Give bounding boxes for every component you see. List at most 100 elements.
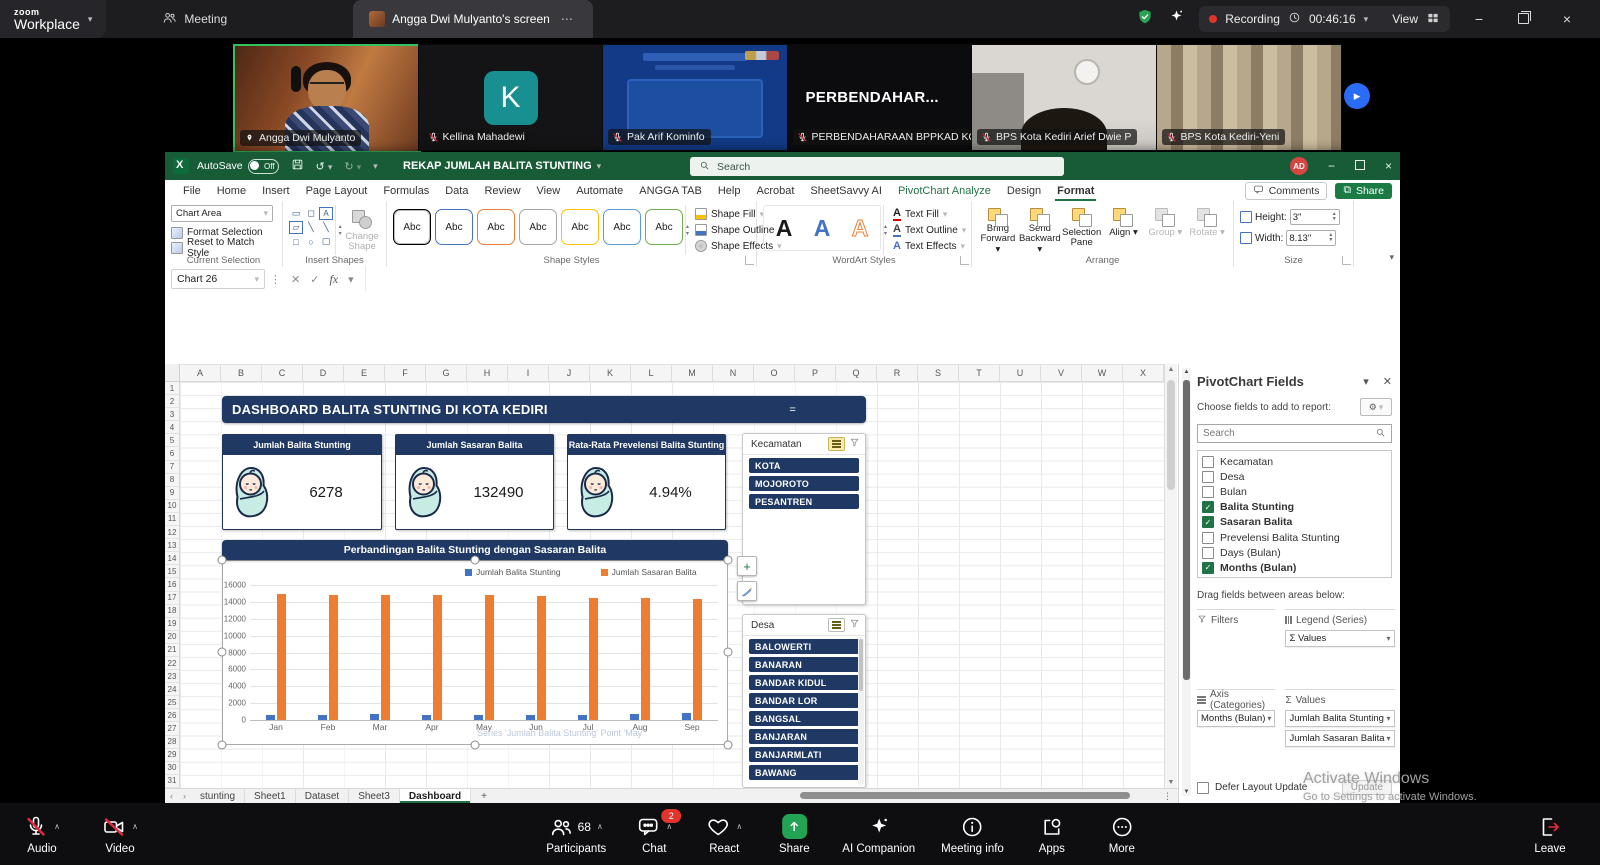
slicer-item-bawang[interactable]: BAWANG bbox=[749, 765, 859, 780]
row-header-29[interactable]: 29 bbox=[165, 749, 179, 762]
document-title[interactable]: REKAP JUMLAH BALITA STUNTING ▾ bbox=[403, 152, 601, 180]
scroll-thumb[interactable] bbox=[1183, 380, 1190, 680]
area-axis[interactable]: Axis (Categories) Months (Bulan) ▾ bbox=[1197, 689, 1276, 761]
sheet-nav-left-icon[interactable]: ‹ bbox=[165, 791, 178, 801]
sheet-tab-options-icon[interactable]: ⋮ bbox=[1163, 791, 1178, 802]
shape-style-sample-1[interactable]: Abc bbox=[393, 209, 431, 245]
participant-tile[interactable]: BPS Kota Kediri Arief Dwie P bbox=[971, 44, 1157, 151]
row-header-15[interactable]: 15 bbox=[165, 565, 179, 579]
column-header-W[interactable]: W bbox=[1082, 365, 1123, 381]
chart-element-selector[interactable]: Chart Area ▾ bbox=[171, 205, 273, 222]
bar-jumlah-balita-stunting[interactable] bbox=[318, 714, 327, 720]
tools-gear-button[interactable]: ⚙ ▾ bbox=[1360, 398, 1392, 416]
text-effects-button[interactable]: A Text Effects ▾ bbox=[893, 239, 966, 253]
menu-tab-home[interactable]: Home bbox=[209, 180, 254, 201]
chevron-up-icon[interactable]: ∧ bbox=[597, 822, 603, 831]
kpi-card-3[interactable]: Rata-Rata Prevelensi Balita Stunting 4.94… bbox=[567, 434, 726, 530]
bar-jumlah-balita-stunting[interactable] bbox=[630, 714, 639, 720]
tab-shared-screen[interactable]: Angga Dwi Mulyanto's screen ⋯ bbox=[353, 0, 593, 38]
formula-input[interactable] bbox=[364, 267, 1400, 291]
restore-button[interactable] bbox=[1508, 11, 1538, 27]
field-chip-jumlah-balita-stunting[interactable]: Jumlah Balita Stunting ▾ bbox=[1285, 710, 1395, 727]
slicer-desa[interactable]: Desa BALOWERTI BANARAN BANDAR KIDUL BANDAR … bbox=[742, 614, 866, 788]
field-chip--values[interactable]: Σ Values ▾ bbox=[1285, 630, 1395, 647]
excel-close-button[interactable]: × bbox=[1385, 159, 1392, 173]
column-header-K[interactable]: K bbox=[590, 365, 631, 381]
row-header-5[interactable]: 5 bbox=[165, 434, 179, 448]
width-stepper[interactable]: Width: 8.13" ▲ ▼ bbox=[1240, 229, 1347, 247]
column-header-D[interactable]: D bbox=[303, 365, 344, 381]
menu-tab-formulas[interactable]: Formulas bbox=[375, 180, 437, 201]
wordart-dialog-launcher[interactable] bbox=[960, 256, 969, 265]
participant-tile[interactable]: K Kellina Mahadewi bbox=[417, 44, 604, 151]
row-header-25[interactable]: 25 bbox=[165, 696, 179, 710]
menu-tab-format[interactable]: Format bbox=[1049, 180, 1102, 201]
zoom-workplace-menu[interactable]: zoom Workplace ▾ bbox=[0, 0, 107, 38]
panel-close-icon[interactable]: ✕ bbox=[1383, 375, 1392, 388]
chart-perbandingan[interactable]: Perbandingan Balita Stunting dengan Sasa… bbox=[217, 540, 733, 750]
chevron-up-icon[interactable]: ∧ bbox=[666, 822, 672, 831]
shape-style-sample-6[interactable]: Abc bbox=[603, 209, 641, 245]
column-header-C[interactable]: C bbox=[262, 365, 303, 381]
column-header-O[interactable]: O bbox=[754, 365, 795, 381]
field-checkbox[interactable] bbox=[1202, 455, 1214, 468]
menu-tab-design[interactable]: Design bbox=[999, 180, 1049, 201]
slicer-item-banaran[interactable]: BANARAN bbox=[749, 657, 859, 672]
slicer-item-bandar-lor[interactable]: BANDAR LOR bbox=[749, 693, 859, 708]
collapse-ribbon-icon[interactable]: ▾ bbox=[1389, 252, 1394, 263]
selection-handle[interactable] bbox=[217, 647, 227, 657]
area-filters[interactable]: Filters bbox=[1197, 609, 1276, 681]
column-header-M[interactable]: M bbox=[672, 365, 713, 381]
excel-minimize-button[interactable]: − bbox=[1328, 159, 1335, 173]
field-balita-stunting[interactable]: ✓ Balita Stunting bbox=[1202, 500, 1391, 515]
scroll-thumb[interactable] bbox=[1167, 380, 1175, 490]
wordart-style-sample-2[interactable]: A bbox=[805, 210, 839, 246]
bar-jumlah-sasaran-balita[interactable] bbox=[329, 594, 338, 720]
column-header-Q[interactable]: Q bbox=[836, 365, 877, 381]
chevron-up-icon[interactable]: ∧ bbox=[132, 822, 138, 831]
row-header-11[interactable]: 11 bbox=[165, 513, 179, 527]
column-header-L[interactable]: L bbox=[631, 365, 672, 381]
row-header-27[interactable]: 27 bbox=[165, 722, 179, 736]
sheet-nav-right-icon[interactable]: › bbox=[178, 791, 191, 801]
row-header-6[interactable]: 6 bbox=[165, 447, 179, 461]
tab-options-icon[interactable]: ⋯ bbox=[557, 9, 577, 29]
shape-style-sample-2[interactable]: Abc bbox=[435, 209, 473, 245]
field-desa[interactable]: Desa bbox=[1202, 469, 1391, 484]
row-header-22[interactable]: 22 bbox=[165, 657, 179, 671]
legend-item[interactable]: Jumlah Sasaran Balita bbox=[600, 567, 697, 577]
row-header-26[interactable]: 26 bbox=[165, 709, 179, 723]
bar-group-sep[interactable] bbox=[666, 585, 718, 720]
row-header-17[interactable]: 17 bbox=[165, 592, 179, 605]
menu-tab-review[interactable]: Review bbox=[476, 180, 528, 201]
column-header-V[interactable]: V bbox=[1041, 365, 1082, 381]
column-header-T[interactable]: T bbox=[959, 365, 1000, 381]
tab-meeting[interactable]: Meeting bbox=[146, 0, 243, 38]
field-checkbox[interactable] bbox=[1202, 546, 1214, 559]
slicer-item-bangsal[interactable]: BANGSAL bbox=[749, 711, 859, 726]
bar-jumlah-sasaran-balita[interactable] bbox=[589, 597, 598, 720]
ai-companion-button[interactable]: AI Companion bbox=[842, 814, 915, 855]
bring-forward-button[interactable]: Bring Forward ▾ bbox=[978, 205, 1018, 255]
next-participants-button[interactable]: ▸ bbox=[1344, 83, 1370, 109]
shape-style-sample-5[interactable]: Abc bbox=[561, 209, 599, 245]
slicer-item-banjarmlati[interactable]: BANJARMLATI bbox=[749, 747, 859, 762]
multiselect-icon[interactable] bbox=[828, 437, 845, 451]
chat-button[interactable]: ∧ 2 Chat bbox=[632, 808, 682, 855]
row-header-30[interactable]: 30 bbox=[165, 762, 179, 775]
bar-group-aug[interactable] bbox=[614, 585, 666, 720]
field-checkbox[interactable]: ✓ bbox=[1202, 516, 1214, 529]
slicer-kecamatan[interactable]: Kecamatan KOTA MOJOROTO PESANTREN bbox=[742, 433, 866, 605]
field-kecamatan[interactable]: Kecamatan bbox=[1202, 454, 1391, 469]
bar-group-feb[interactable] bbox=[302, 585, 354, 720]
bar-jumlah-sasaran-balita[interactable] bbox=[277, 594, 286, 720]
dashboard-title[interactable]: DASHBOARD BALITA STUNTING DI KOTA KEDIRI… bbox=[222, 396, 866, 423]
sheet-tab-sheet1[interactable]: Sheet1 bbox=[245, 789, 296, 803]
menu-tab-insert[interactable]: Insert bbox=[254, 180, 298, 201]
panel-scrollbar[interactable]: ▲ ▼ bbox=[1182, 368, 1191, 796]
selection-handle[interactable] bbox=[723, 740, 733, 750]
selection-handle[interactable] bbox=[217, 740, 227, 750]
view-button[interactable]: View bbox=[1392, 12, 1418, 26]
row-header-18[interactable]: 18 bbox=[165, 605, 179, 618]
column-header-G[interactable]: G bbox=[426, 365, 467, 381]
